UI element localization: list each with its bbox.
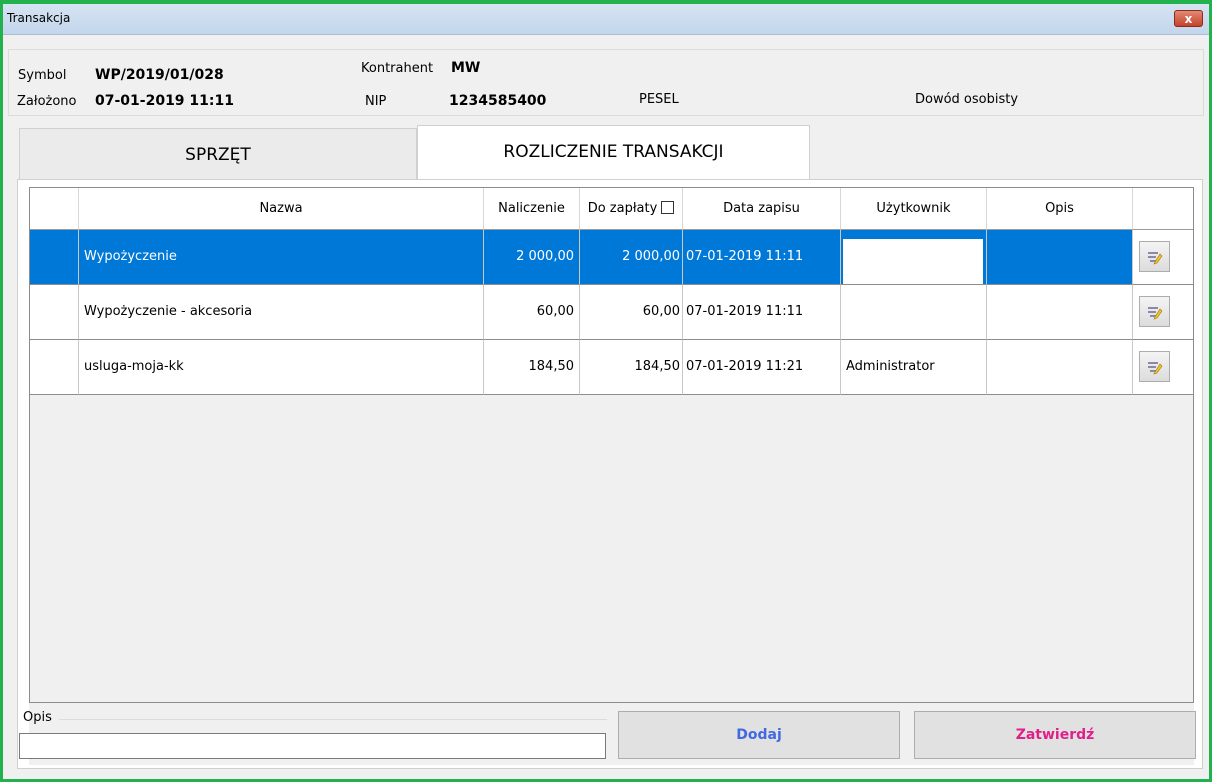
cell-do-zaplaty[interactable]: 60,00 (580, 285, 683, 340)
cell-do-zaplaty[interactable]: 184,50 (580, 340, 683, 395)
cell-uzytkownik[interactable] (841, 285, 987, 340)
symbol-value: WP/2019/01/028 (95, 67, 224, 83)
tab-rozliczenie-transakcji[interactable]: ROZLICZENIE TRANSAKCJI (417, 125, 810, 180)
opis-group-divider (59, 719, 607, 720)
table-row[interactable]: Wypożyczenie 2 000,00 2 000,00 07-01-201… (30, 230, 1193, 285)
column-header-actions (1133, 188, 1193, 230)
zatwierdz-button[interactable]: Zatwierdź (914, 711, 1196, 759)
opis-label: Opis (23, 710, 52, 725)
cell-nazwa: Wypożyczenie - akcesoria (79, 285, 484, 340)
cell-naliczenie: 2 000,00 (484, 230, 580, 285)
edit-row-button[interactable] (1139, 296, 1170, 327)
column-header-do-zaplaty[interactable]: Do zapłaty (580, 188, 683, 230)
column-header-opis[interactable]: Opis (987, 188, 1133, 230)
edit-note-icon (1148, 252, 1163, 265)
do-zaplaty-checkbox[interactable] (661, 201, 675, 214)
cell-data-zapisu: 07-01-2019 11:21 (683, 340, 841, 395)
cell-opis[interactable] (987, 340, 1133, 395)
kontrahent-label: Kontrahent (361, 61, 434, 76)
column-header-uzytkownik[interactable]: Użytkownik (841, 188, 987, 230)
cell-actions (1133, 340, 1193, 395)
dodaj-button[interactable]: Dodaj (618, 711, 900, 759)
cell-do-zaplaty[interactable]: 2 000,00 (580, 230, 683, 285)
row-selector[interactable] (30, 230, 79, 285)
column-header-selector (30, 188, 79, 230)
opis-input[interactable] (19, 733, 606, 759)
pesel-label: PESEL (639, 92, 679, 107)
cell-uzytkownik[interactable] (841, 230, 987, 285)
title-bar[interactable]: Transakcja x (3, 4, 1209, 35)
row-selector[interactable] (30, 340, 79, 395)
edit-note-icon (1148, 362, 1163, 375)
edit-note-icon (1148, 307, 1163, 320)
dowod-osobisty-label: Dowód osobisty (915, 92, 1019, 107)
do-zaplaty-label: Do zapłaty (587, 201, 658, 216)
cell-naliczenie: 184,50 (484, 340, 580, 395)
close-button[interactable]: x (1174, 10, 1203, 27)
cell-uzytkownik[interactable]: Administrator (841, 340, 987, 395)
zalozono-value: 07-01-2019 11:11 (95, 93, 234, 109)
uzytkownik-editor[interactable] (843, 239, 983, 284)
cell-opis[interactable] (987, 230, 1133, 285)
column-header-nazwa[interactable]: Nazwa (79, 188, 484, 230)
cell-opis[interactable] (987, 285, 1133, 340)
edit-row-button[interactable] (1139, 351, 1170, 382)
cell-nazwa: usluga-moja-kk (79, 340, 484, 395)
close-icon: x (1184, 12, 1193, 26)
kontrahent-value: MW (451, 60, 481, 76)
symbol-label: Symbol (18, 68, 67, 83)
table-row[interactable]: Wypożyczenie - akcesoria 60,00 60,00 07-… (30, 285, 1193, 340)
transakcja-window: Transakcja x Symbol WP/2019/01/028 Założ… (0, 0, 1212, 782)
nip-value: 1234585400 (449, 93, 547, 109)
cell-actions (1133, 230, 1193, 285)
column-header-data-zapisu[interactable]: Data zapisu (683, 188, 841, 230)
transaction-header: Symbol WP/2019/01/028 Założono 07-01-201… (8, 49, 1204, 116)
transactions-grid: Nazwa Naliczenie Do zapłaty Data zapisu … (29, 187, 1194, 703)
cell-naliczenie: 60,00 (484, 285, 580, 340)
tab-sprzet[interactable]: SPRZĘT (19, 128, 417, 180)
table-row[interactable]: usluga-moja-kk 184,50 184,50 07-01-2019 … (30, 340, 1193, 395)
edit-row-button[interactable] (1139, 241, 1170, 272)
window-title: Transakcja (7, 11, 71, 25)
panel-content: Nazwa Naliczenie Do zapłaty Data zapisu … (29, 187, 1194, 765)
nip-label: NIP (365, 94, 387, 109)
column-header-naliczenie[interactable]: Naliczenie (484, 188, 580, 230)
cell-data-zapisu: 07-01-2019 11:11 (683, 230, 841, 285)
cell-nazwa: Wypożyczenie (79, 230, 484, 285)
cell-actions (1133, 285, 1193, 340)
row-selector[interactable] (30, 285, 79, 340)
tab-panel-rozliczenie: Nazwa Naliczenie Do zapłaty Data zapisu … (17, 179, 1203, 769)
cell-data-zapisu: 07-01-2019 11:11 (683, 285, 841, 340)
zalozono-label: Założono (17, 94, 77, 109)
